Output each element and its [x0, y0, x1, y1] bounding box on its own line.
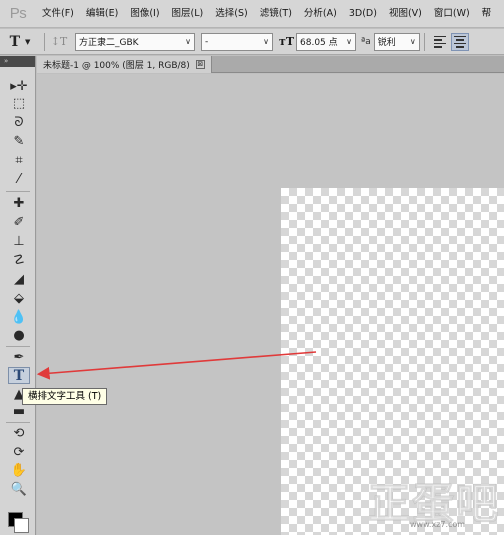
- type-tool-icon: T: [9, 33, 21, 50]
- menu-edit[interactable]: 编辑(E): [80, 0, 124, 27]
- font-size-select[interactable]: 68.05 点 ∨: [296, 32, 357, 51]
- chevron-down-icon: ∨: [409, 37, 416, 46]
- align-center-button[interactable]: [450, 32, 469, 51]
- chevron-down-icon: ▼: [25, 37, 31, 46]
- chevron-down-icon: ∨: [346, 37, 353, 46]
- 3d-rotate-tool-icon[interactable]: ⟲: [8, 425, 30, 442]
- font-size-value: 68.05 点: [300, 38, 338, 48]
- font-family-select[interactable]: 方正隶二_GBK ∨: [75, 32, 195, 51]
- font-style-select[interactable]: - ∨: [201, 32, 273, 51]
- history-brush-tool-icon[interactable]: ☡: [8, 252, 30, 269]
- menu-file[interactable]: 文件(F): [36, 0, 80, 27]
- menu-select[interactable]: 选择(S): [209, 0, 253, 27]
- move-tool-icon[interactable]: ▸✛: [8, 78, 30, 95]
- menu-bar: Ps 文件(F) 编辑(E) 图像(I) 图层(L) 选择(S) 滤镜(T) 分…: [0, 0, 504, 28]
- font-size-icon: ᴛT: [279, 35, 295, 48]
- text-orientation-icon[interactable]: ↕T: [49, 35, 69, 48]
- document-tab[interactable]: 未标题-1 @ 100% (图层 1, RGB/8) ⊠: [37, 56, 212, 73]
- menu-3d[interactable]: 3D(D): [343, 0, 383, 27]
- clone-stamp-tool-icon[interactable]: ⊥: [8, 233, 30, 250]
- watermark-url: www.xz7.com: [410, 520, 466, 529]
- divider: [6, 191, 30, 192]
- divider: [423, 32, 425, 51]
- canvas-area[interactable]: [37, 74, 504, 535]
- blur-tool-icon[interactable]: 💧: [8, 309, 30, 326]
- lasso-tool-icon[interactable]: ᘐ: [8, 114, 30, 131]
- close-icon[interactable]: ⊠: [195, 60, 205, 69]
- chevron-down-icon: ∨: [263, 37, 269, 46]
- chevron-down-icon: ∨: [185, 37, 191, 46]
- eraser-tool-icon[interactable]: ◢: [8, 271, 30, 288]
- divider: [6, 346, 30, 347]
- menu-view[interactable]: 视图(V): [383, 0, 428, 27]
- horizontal-type-tool-icon[interactable]: T: [8, 367, 30, 384]
- document-tab-title: 未标题-1 @ 100% (图层 1, RGB/8): [43, 61, 190, 71]
- hand-tool-icon[interactable]: ✋: [8, 462, 30, 479]
- quick-selection-tool-icon[interactable]: ✎: [8, 133, 30, 150]
- antialias-icon: ªa: [361, 36, 371, 47]
- align-left-button[interactable]: [431, 33, 449, 51]
- font-style-value: -: [205, 36, 209, 47]
- eyedropper-tool-icon[interactable]: ⁄: [8, 171, 30, 188]
- photoshop-logo: Ps: [9, 5, 27, 22]
- paint-bucket-tool-icon[interactable]: ⬙: [8, 290, 30, 307]
- menu-analysis[interactable]: 分析(A): [298, 0, 343, 27]
- 3d-orbit-tool-icon[interactable]: ⟳: [8, 444, 30, 461]
- tool-tooltip: 横排文字工具 (T): [22, 388, 108, 405]
- menu-filter[interactable]: 滤镜(T): [254, 0, 298, 27]
- zoom-tool-icon[interactable]: 🔍: [8, 481, 30, 498]
- menu-image[interactable]: 图像(I): [124, 0, 165, 27]
- dodge-tool-icon[interactable]: ●: [8, 327, 30, 344]
- antialias-select[interactable]: 锐利 ∨: [373, 32, 420, 51]
- background-color-swatch[interactable]: [14, 518, 29, 533]
- tool-preset-picker[interactable]: T ▼: [0, 34, 40, 50]
- font-family-value: 方正隶二_GBK: [79, 38, 139, 48]
- divider: [44, 32, 45, 51]
- options-bar: T ▼ ↕T 方正隶二_GBK ∨ - ∨ ᴛT 68.05 点 ∨ ªa 锐利…: [0, 29, 504, 55]
- document-tab-bar: 未标题-1 @ 100% (图层 1, RGB/8) ⊠: [37, 56, 504, 73]
- menu-window[interactable]: 窗口(W): [428, 0, 476, 27]
- menu-help[interactable]: 帮: [476, 0, 498, 27]
- brush-tool-icon[interactable]: ✐: [8, 214, 30, 231]
- menu-layer[interactable]: 图层(L): [166, 0, 210, 27]
- crop-tool-icon[interactable]: ⌗: [8, 152, 30, 169]
- antialias-value: 锐利: [377, 38, 396, 48]
- healing-brush-tool-icon[interactable]: ✚: [8, 195, 30, 212]
- pen-tool-icon[interactable]: ✒: [8, 349, 30, 366]
- rectangle-tool-icon[interactable]: ▬: [8, 403, 30, 420]
- marquee-tool-icon[interactable]: ⬚: [8, 95, 30, 112]
- tools-panel-collapse[interactable]: »: [0, 56, 35, 67]
- divider: [6, 422, 30, 423]
